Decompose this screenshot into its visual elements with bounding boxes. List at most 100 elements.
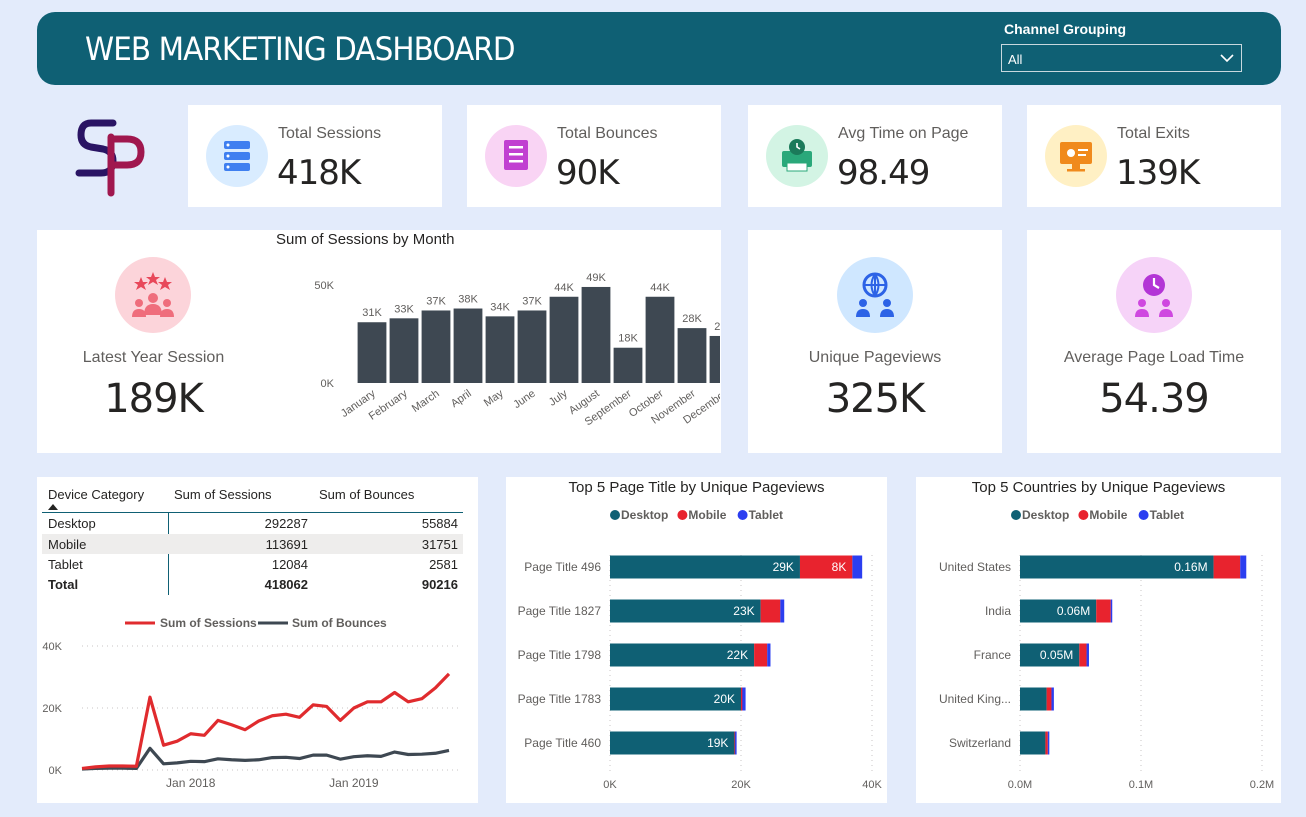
data-label: 44K	[554, 282, 574, 294]
data-label: 23K	[733, 604, 754, 618]
bar-segment	[1213, 555, 1241, 579]
clock-people-icon	[1116, 257, 1192, 333]
data-label: 19K	[707, 736, 728, 750]
data-label: 20K	[714, 692, 735, 706]
sessions-bounces-line-chart: Sum of Sessions Sum of Bounces 0K 20K 40K Jan…	[42, 616, 459, 790]
kpi-value: 139K	[1116, 153, 1200, 193]
sp-logo-icon	[75, 119, 145, 197]
matrix-cell: 113691	[265, 537, 308, 552]
category-label: Switzerland	[949, 736, 1011, 750]
kpi-title: Total Sessions	[278, 125, 382, 142]
avg-page-load-value: 54.39	[1099, 376, 1210, 422]
device-matrix-card: Device Category Sum of Sessions Sum of B…	[37, 477, 478, 803]
y-tick-label: 0K	[321, 378, 335, 390]
x-tick-label: March	[410, 388, 442, 415]
x-tick-label: June	[511, 388, 537, 412]
legend-dot	[677, 510, 688, 520]
bar-segment	[1046, 687, 1052, 711]
kpi-value: 90K	[556, 153, 620, 193]
data-label: 28K	[682, 313, 702, 325]
data-label: 0.06M	[1057, 604, 1090, 618]
matrix-cell: Total	[48, 577, 79, 592]
data-label: 38K	[458, 294, 478, 306]
kpi-value: 98.49	[837, 153, 930, 193]
matrix-cell: 55884	[421, 516, 458, 531]
category-label: United King...	[939, 692, 1011, 706]
category-label: United States	[939, 560, 1011, 574]
bar	[389, 318, 419, 383]
bar	[453, 308, 483, 383]
bar	[517, 310, 547, 383]
kpi-card-avg-time-on-page: Avg Time on Page 98.49	[748, 105, 1002, 207]
top-pages-card: Top 5 Page Title by Unique Pageviews Des…	[506, 477, 887, 803]
data-label: 37K	[522, 295, 542, 307]
bar	[357, 322, 387, 383]
matrix-row-mobile[interactable]: Mobile 113691 31751	[42, 534, 463, 554]
top-countries-title: Top 5 Countries by Unique Pageviews	[971, 479, 1226, 496]
sessions-by-month-chart: 50K0K31KJanuary33KFebruary37KMarch38KApr…	[314, 272, 720, 428]
bar-segment	[1020, 731, 1046, 755]
category-label: Page Title 1798	[518, 648, 602, 662]
matrix-row-desktop[interactable]: Desktop 292287 55884	[42, 513, 463, 533]
people-stars-icon	[115, 257, 191, 333]
matrix-header-device[interactable]: Device Category	[48, 487, 144, 502]
y-tick-label: 50K	[314, 280, 334, 292]
channel-grouping-dropdown[interactable]: All	[1001, 44, 1242, 72]
device-matrix: Device Category Sum of Sessions Sum of B…	[42, 477, 463, 597]
dashboard-header: WEB MARKETING DASHBOARD Channel Grouping…	[37, 12, 1281, 85]
matrix-header-sessions[interactable]: Sum of Sessions	[174, 487, 272, 502]
bar-segment	[1079, 643, 1087, 667]
bar-segment	[1051, 687, 1054, 711]
bar-segment	[742, 687, 746, 711]
matrix-cell: 90216	[421, 577, 458, 592]
bar-segment	[767, 643, 771, 667]
legend-label: Tablet	[749, 508, 783, 522]
y-tick-label: 40K	[42, 641, 62, 653]
matrix-row-tablet[interactable]: Tablet 12084 2581	[42, 554, 463, 574]
data-label: 22K	[727, 648, 748, 662]
legend-dot	[1138, 510, 1149, 520]
legend-label: Sum of Bounces	[292, 616, 387, 630]
x-tick-label: Jan 2019	[329, 776, 379, 790]
data-label: 29K	[773, 560, 794, 574]
matrix-row-total: Total 418062 90216	[42, 574, 463, 595]
bar	[645, 296, 675, 383]
bar	[581, 286, 611, 383]
matrix-cell: 31751	[421, 537, 458, 552]
globe-people-icon	[837, 257, 913, 333]
bar	[677, 328, 707, 383]
matrix-cell: Desktop	[48, 516, 96, 531]
sort-arrow-icon	[48, 504, 58, 510]
data-label: 44K	[650, 282, 670, 294]
legend-label: Desktop	[1022, 508, 1069, 522]
channel-grouping-value: All	[1008, 52, 1023, 67]
data-label: 49K	[586, 272, 606, 284]
matrix-cell: 12084	[271, 557, 308, 572]
avg-page-load-card: Average Page Load Time 54.39	[1027, 230, 1281, 453]
x-tick-label: 0.0M	[1008, 779, 1032, 791]
legend-label: Mobile	[688, 508, 726, 522]
top-pages-title: Top 5 Page Title by Unique Pageviews	[568, 479, 825, 496]
logo: SP	[75, 115, 150, 200]
legend-label: Mobile	[1089, 508, 1127, 522]
bar	[709, 335, 720, 383]
x-tick-label: 20K	[731, 779, 751, 791]
matrix-cell: Mobile	[48, 537, 87, 552]
matrix-cell: 2581	[429, 557, 458, 572]
y-tick-label: 20K	[42, 703, 62, 715]
data-label: 24K	[714, 321, 720, 333]
legend-dot	[1011, 510, 1021, 520]
bar-segment	[610, 555, 800, 579]
bar-segment	[1110, 599, 1113, 623]
bar	[613, 347, 643, 383]
matrix-header-bounces[interactable]: Sum of Bounces	[319, 487, 414, 502]
latest-year-title: Latest Year Session	[82, 349, 225, 366]
latest-year-value: 189K	[104, 376, 204, 422]
unique-pageviews-title: Unique Pageviews	[808, 349, 942, 366]
x-tick-label: Jan 2018	[166, 776, 216, 790]
category-label: France	[974, 648, 1012, 662]
data-label: 8K	[832, 560, 847, 574]
bar-segment	[780, 599, 785, 623]
channel-grouping-label: Channel Grouping	[1004, 21, 1127, 37]
top-pages-chart: Desktop Mobile Tablet 0K 20K 40K Page Title 49…	[518, 508, 883, 791]
